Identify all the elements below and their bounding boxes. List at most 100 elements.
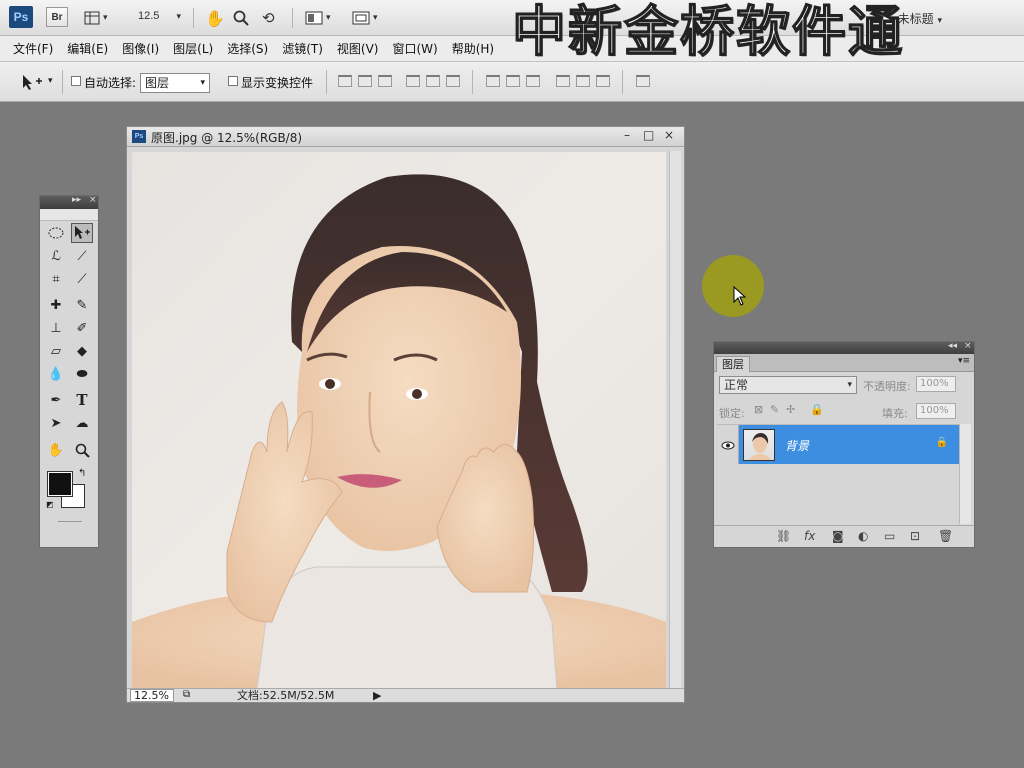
menu-select[interactable]: 选择(S) (220, 36, 275, 62)
image-canvas[interactable] (132, 152, 666, 689)
collapse-icon[interactable]: ◂◂ (948, 341, 957, 351)
dodge-tool[interactable]: ⬬ (71, 364, 93, 384)
layer-style-icon[interactable]: fx (804, 529, 815, 543)
hand-tool[interactable]: ✋ (45, 440, 67, 460)
brush-tool[interactable]: ✎ (71, 295, 93, 315)
zoom-tool-button[interactable] (233, 9, 249, 27)
minimize-icon[interactable]: – (624, 128, 630, 142)
menu-filter[interactable]: 滤镜(T) (275, 36, 330, 62)
swap-colors-icon[interactable]: ↰ (78, 468, 86, 479)
pen-tool[interactable]: ✒ (45, 390, 67, 410)
zoom-tool[interactable] (71, 440, 93, 460)
close-icon[interactable]: × (89, 195, 97, 205)
menu-window[interactable]: 窗口(W) (385, 36, 444, 62)
crop-tool[interactable]: ⌗ (45, 269, 67, 289)
show-transform-checkbox[interactable] (228, 76, 238, 86)
add-mask-icon[interactable]: ◙ (832, 529, 844, 543)
align-top-icon[interactable] (338, 75, 352, 87)
lock-position-icon[interactable]: ✢ (786, 403, 795, 416)
auto-select-target-select[interactable]: 图层 ▾ (140, 73, 210, 93)
distribute-bottom-icon[interactable] (526, 75, 540, 87)
lock-pixels-icon[interactable]: ✎ (770, 403, 779, 416)
path-selection-icon: ➤ (50, 415, 62, 431)
history-brush-tool[interactable]: ✐ (71, 318, 93, 338)
distribute-vcenter-icon[interactable] (506, 75, 520, 87)
auto-align-layers-icon[interactable] (636, 75, 650, 87)
document-zoom-field[interactable]: 12.5% (130, 689, 174, 702)
selected-layer-highlight[interactable]: 背景 🔒 (739, 425, 960, 465)
align-vcenter-icon[interactable] (358, 75, 372, 87)
layer-visibility-toggle[interactable] (717, 425, 739, 465)
align-bottom-icon[interactable] (378, 75, 392, 87)
layer-row[interactable]: 背景 🔒 (717, 424, 960, 465)
workspace-switcher[interactable]: 未标题 ▾ (898, 10, 942, 27)
blur-tool[interactable]: 💧 (45, 364, 67, 384)
lasso-icon: ℒ (51, 248, 61, 264)
custom-shape-tool[interactable]: ☁ (71, 413, 93, 433)
vertical-scrollbar[interactable] (669, 151, 681, 689)
menu-layer[interactable]: 图层(L) (166, 36, 220, 62)
lock-all-icon[interactable]: 🔒 (810, 403, 824, 416)
new-group-icon[interactable]: ▭ (884, 529, 895, 543)
align-left-icon[interactable] (406, 75, 420, 87)
fill-field[interactable]: 100% (916, 403, 956, 419)
screen-mode-button[interactable]: ▾ (352, 9, 378, 27)
layer-lock-icon: 🔒 (935, 437, 948, 448)
status-info-icon[interactable]: ⧉ (183, 689, 190, 700)
menu-file[interactable]: 文件(F) (6, 36, 60, 62)
magic-wand-tool[interactable]: ⟋ (71, 246, 93, 266)
type-tool[interactable]: T (71, 390, 93, 410)
path-selection-tool[interactable]: ➤ (45, 413, 67, 433)
close-icon[interactable]: × (664, 128, 674, 142)
distribute-hcenter-icon[interactable] (576, 75, 590, 87)
marquee-tool[interactable] (45, 223, 67, 243)
default-colors-icon[interactable]: ◩ (46, 500, 54, 509)
zoom-level-select[interactable]: 12.5 ▾ (138, 10, 181, 22)
eyedropper-tool[interactable]: ⟋ (71, 269, 93, 289)
align-right-icon[interactable] (446, 75, 460, 87)
panel-menu-icon[interactable]: ▾≡ (958, 356, 970, 366)
align-hcenter-icon[interactable] (426, 75, 440, 87)
status-menu-arrow-icon[interactable]: ▶ (373, 689, 381, 702)
tab-layers[interactable]: 图层 (716, 356, 750, 372)
lasso-tool[interactable]: ℒ (45, 246, 67, 266)
rotate-view-button[interactable]: ⟲ (262, 9, 275, 27)
blend-mode-select[interactable]: 正常 ▾ (719, 376, 857, 394)
opacity-field[interactable]: 100% (916, 376, 956, 392)
hand-tool-button[interactable]: ✋ (205, 9, 225, 28)
adjustment-layer-icon[interactable]: ◐ (858, 529, 868, 543)
opacity-label: 不透明度: (863, 380, 911, 393)
arrange-documents-button[interactable]: ▾ (305, 9, 331, 27)
collapse-icon[interactable]: ▸▸ (72, 195, 81, 205)
eraser-tool[interactable]: ▱ (45, 341, 67, 361)
foreground-color-swatch[interactable] (47, 471, 73, 497)
distribute-left-icon[interactable] (556, 75, 570, 87)
close-icon[interactable]: × (964, 341, 972, 351)
delete-layer-icon[interactable]: 🗑 (938, 529, 953, 543)
menu-edit[interactable]: 编辑(E) (60, 36, 115, 62)
menu-view[interactable]: 视图(V) (330, 36, 386, 62)
document-title-bar[interactable]: Ps 原图.jpg @ 12.5%(RGB/8) – □ × (127, 127, 684, 147)
distribute-top-icon[interactable] (486, 75, 500, 87)
new-layer-icon[interactable]: ⊡ (910, 529, 920, 543)
menu-help[interactable]: 帮助(H) (445, 36, 501, 62)
tools-panel-header[interactable]: ▸▸ × (40, 195, 98, 209)
bridge-button[interactable]: Br (46, 7, 68, 27)
view-extras-button[interactable]: ▾ (84, 9, 108, 27)
distribute-right-icon[interactable] (596, 75, 610, 87)
tools-panel-grip[interactable] (40, 209, 98, 221)
maximize-icon[interactable]: □ (643, 128, 654, 142)
auto-select-checkbox[interactable] (71, 76, 81, 86)
menu-image[interactable]: 图像(I) (115, 36, 166, 62)
layers-scrollbar[interactable] (959, 424, 971, 524)
tool-preset-picker[interactable]: ▾ (20, 73, 53, 94)
paint-bucket-tool[interactable]: ◆ (71, 341, 93, 361)
link-layers-icon[interactable]: ⛓ (776, 529, 791, 543)
clone-stamp-tool[interactable]: ⊥ (45, 318, 67, 338)
photoshop-logo: Ps (9, 6, 33, 28)
spot-healing-tool[interactable]: ✚ (45, 295, 67, 315)
lock-transparency-icon[interactable]: ⊠ (754, 403, 763, 416)
move-tool[interactable] (71, 223, 93, 243)
layers-panel-header[interactable]: ◂◂ × (714, 341, 974, 354)
separator (326, 70, 327, 94)
